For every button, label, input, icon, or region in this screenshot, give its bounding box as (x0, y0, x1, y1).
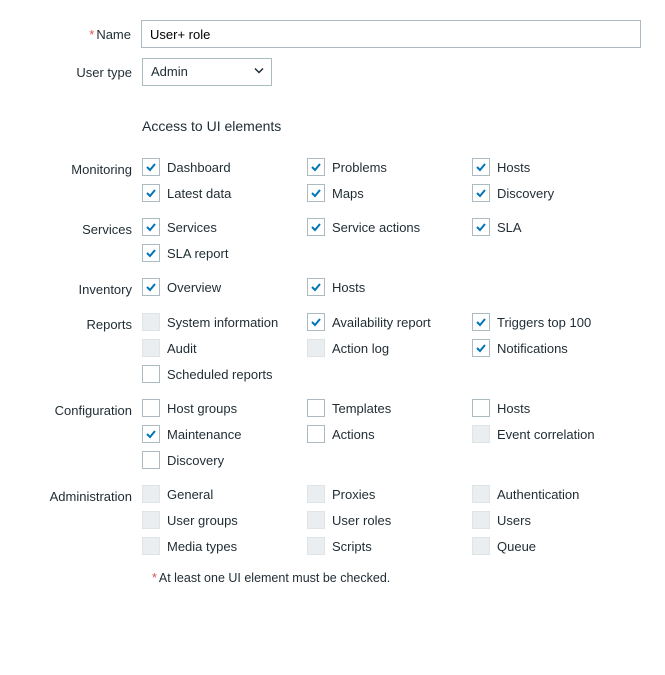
checkbox-monitoring-hosts[interactable] (472, 158, 490, 176)
group-label-monitoring: Monitoring (24, 158, 142, 177)
required-star-icon: * (152, 571, 157, 585)
checkbox-reports-triggers-top-100[interactable] (472, 313, 490, 331)
user-type-select[interactable]: Admin (142, 58, 272, 86)
checkbox-inventory-hosts[interactable] (307, 278, 325, 296)
checkbox-services-sla[interactable] (472, 218, 490, 236)
checkbox-monitoring-maps[interactable] (307, 184, 325, 202)
checkbox-monitoring-dashboard[interactable] (142, 158, 160, 176)
checkbox-label-inventory-overview: Overview (167, 280, 221, 295)
checkbox-label-monitoring-problems: Problems (332, 160, 387, 175)
checkbox-services-services[interactable] (142, 218, 160, 236)
checkbox-label-monitoring-latest-data: Latest data (167, 186, 231, 201)
checkbox-configuration-discovery[interactable] (142, 451, 160, 469)
checkbox-label-administration-queue: Queue (497, 539, 536, 554)
checkbox-configuration-hosts[interactable] (472, 399, 490, 417)
checkbox-administration-user-roles (307, 511, 325, 529)
checkbox-label-inventory-hosts: Hosts (332, 280, 365, 295)
checkbox-inventory-overview[interactable] (142, 278, 160, 296)
hint-text: *At least one UI element must be checked… (152, 571, 641, 585)
checkbox-administration-user-groups (142, 511, 160, 529)
checkbox-label-services-services: Services (167, 220, 217, 235)
checkbox-label-configuration-actions: Actions (332, 427, 375, 442)
user-type-label: User type (24, 65, 142, 80)
group-label-inventory: Inventory (24, 278, 142, 297)
checkbox-reports-notifications[interactable] (472, 339, 490, 357)
checkbox-administration-general (142, 485, 160, 503)
section-title: Access to UI elements (142, 118, 641, 134)
checkbox-configuration-actions[interactable] (307, 425, 325, 443)
checkbox-label-administration-scripts: Scripts (332, 539, 372, 554)
checkbox-services-sla-report[interactable] (142, 244, 160, 262)
checkbox-administration-users (472, 511, 490, 529)
name-label: *Name (24, 27, 141, 42)
checkbox-label-reports-action-log: Action log (332, 341, 389, 356)
checkbox-label-reports-triggers-top-100: Triggers top 100 (497, 315, 591, 330)
checkbox-label-configuration-hosts: Hosts (497, 401, 530, 416)
checkbox-label-reports-system-information: System information (167, 315, 278, 330)
checkbox-configuration-templates[interactable] (307, 399, 325, 417)
checkbox-reports-audit (142, 339, 160, 357)
checkbox-administration-scripts (307, 537, 325, 555)
checkbox-administration-proxies (307, 485, 325, 503)
checkbox-label-administration-authentication: Authentication (497, 487, 579, 502)
group-label-configuration: Configuration (24, 399, 142, 418)
checkbox-label-services-service-actions: Service actions (332, 220, 420, 235)
name-input[interactable] (141, 20, 641, 48)
checkbox-label-reports-notifications: Notifications (497, 341, 568, 356)
checkbox-reports-availability-report[interactable] (307, 313, 325, 331)
checkbox-label-services-sla: SLA (497, 220, 522, 235)
checkbox-label-administration-users: Users (497, 513, 531, 528)
checkbox-label-configuration-maintenance: Maintenance (167, 427, 241, 442)
checkbox-administration-queue (472, 537, 490, 555)
checkbox-label-administration-user-roles: User roles (332, 513, 391, 528)
checkbox-label-configuration-discovery: Discovery (167, 453, 224, 468)
checkbox-label-reports-audit: Audit (167, 341, 197, 356)
checkbox-administration-authentication (472, 485, 490, 503)
checkbox-label-reports-availability-report: Availability report (332, 315, 431, 330)
checkbox-reports-scheduled-reports[interactable] (142, 365, 160, 383)
checkbox-reports-system-information (142, 313, 160, 331)
checkbox-monitoring-discovery[interactable] (472, 184, 490, 202)
group-label-services: Services (24, 218, 142, 237)
checkbox-label-monitoring-maps: Maps (332, 186, 364, 201)
checkbox-label-monitoring-discovery: Discovery (497, 186, 554, 201)
checkbox-label-administration-general: General (167, 487, 213, 502)
group-label-reports: Reports (24, 313, 142, 332)
checkbox-label-administration-media-types: Media types (167, 539, 237, 554)
checkbox-configuration-event-correlation (472, 425, 490, 443)
checkbox-monitoring-problems[interactable] (307, 158, 325, 176)
checkbox-configuration-host-groups[interactable] (142, 399, 160, 417)
checkbox-label-monitoring-hosts: Hosts (497, 160, 530, 175)
required-star-icon: * (89, 27, 94, 42)
checkbox-reports-action-log (307, 339, 325, 357)
checkbox-monitoring-latest-data[interactable] (142, 184, 160, 202)
checkbox-label-configuration-event-correlation: Event correlation (497, 427, 595, 442)
checkbox-label-administration-user-groups: User groups (167, 513, 238, 528)
checkbox-label-configuration-host-groups: Host groups (167, 401, 237, 416)
checkbox-administration-media-types (142, 537, 160, 555)
checkbox-label-services-sla-report: SLA report (167, 246, 228, 261)
checkbox-configuration-maintenance[interactable] (142, 425, 160, 443)
checkbox-label-administration-proxies: Proxies (332, 487, 375, 502)
group-label-administration: Administration (24, 485, 142, 504)
checkbox-services-service-actions[interactable] (307, 218, 325, 236)
checkbox-label-configuration-templates: Templates (332, 401, 391, 416)
checkbox-label-reports-scheduled-reports: Scheduled reports (167, 367, 273, 382)
checkbox-label-monitoring-dashboard: Dashboard (167, 160, 231, 175)
